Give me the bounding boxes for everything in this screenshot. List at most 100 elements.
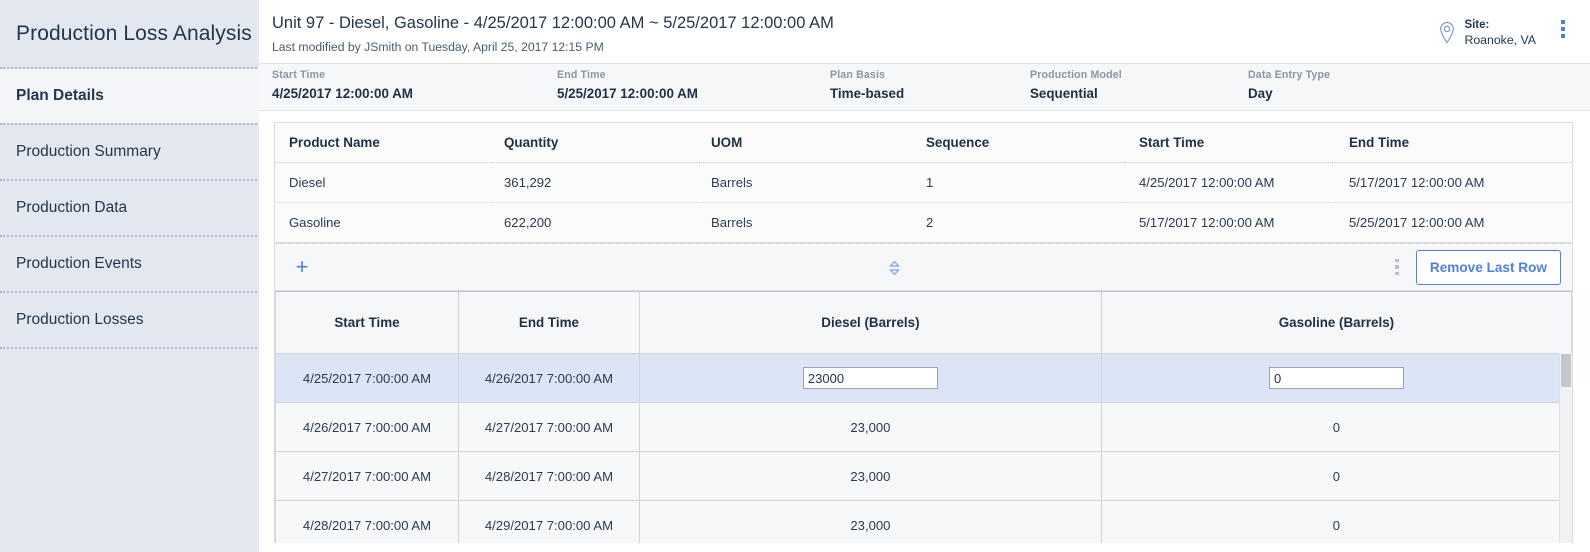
divider — [0, 67, 257, 69]
cell-sequence: 2 — [926, 215, 934, 230]
summary-field-value: Time-based — [830, 86, 905, 101]
cell-gasoline[interactable] — [1100, 353, 1572, 403]
cell-end-time: 5/25/2017 12:00:00 AM — [1349, 215, 1485, 230]
cell-diesel[interactable]: 23,000 — [638, 451, 1102, 501]
sidebar-item-production-summary[interactable]: Production Summary — [0, 125, 259, 179]
column-header-uom[interactable]: UOM — [697, 123, 912, 163]
sidebar-header: Production Loss Analysis ◁ — [0, 0, 281, 67]
sidebar-item-production-events[interactable]: Production Events — [0, 237, 259, 291]
last-modified-text: Last modified by JSmith on Tuesday, Apri… — [272, 40, 604, 54]
column-header-quantity[interactable]: Quantity — [490, 123, 697, 163]
table-row[interactable]: Diesel 361,292 Barrels 1 4/25/2017 12:00… — [275, 162, 1572, 203]
diesel-value-input[interactable] — [802, 367, 938, 389]
cell-product-name: Diesel — [275, 162, 490, 203]
cell-end-time: 5/17/2017 12:00:00 AM — [1335, 162, 1572, 203]
grid-toolbar: + Remove Last Row — [274, 243, 1573, 291]
grid-vertical-scrollbar[interactable] — [1559, 353, 1572, 543]
main-content: Unit 97 - Diesel, Gasoline - 4/25/2017 1… — [259, 0, 1590, 552]
cell-end-time: 4/27/2017 7:00:00 AM — [457, 402, 640, 452]
cell-gasoline[interactable]: 0 — [1100, 500, 1572, 543]
products-table-body: Diesel 361,292 Barrels 1 4/25/2017 12:00… — [275, 162, 1572, 243]
table-header-row: Product Name Quantity UOM Sequence Start… — [275, 123, 1572, 163]
data-grid-row[interactable]: 4/26/2017 7:00:00 AM 4/27/2017 7:00:00 A… — [275, 402, 1572, 452]
sidebar-title: Production Loss Analysis — [16, 21, 252, 45]
column-header-start-time[interactable]: Start Time — [1125, 123, 1335, 163]
data-grid-head: Start Time End Time Diesel (Barrels) Gas… — [275, 291, 1572, 354]
sidebar-item-label: Production Losses — [16, 311, 144, 328]
sidebar: Production Loss Analysis ◁ Plan Details … — [0, 0, 281, 552]
kebab-menu-icon[interactable] — [1552, 16, 1574, 42]
site-text: Site: Roanoke, VA — [1464, 18, 1536, 48]
cell-uom: Barrels — [697, 162, 912, 203]
data-grid-header-row: Start Time End Time Diesel (Barrels) Gas… — [275, 291, 1572, 354]
cell-diesel[interactable]: 23,000 — [638, 402, 1102, 452]
divider — [0, 235, 257, 237]
summary-field-production-model: Production Model Sequential — [1020, 64, 1238, 110]
cell-start-time: 4/25/2017 12:00:00 AM — [1125, 162, 1335, 203]
app-root: Production Loss Analysis ◁ Plan Details … — [0, 0, 1590, 552]
products-table-head: Product Name Quantity UOM Sequence Start… — [275, 123, 1572, 163]
divider — [0, 347, 257, 349]
divider — [0, 123, 257, 125]
data-grid-row[interactable]: 4/27/2017 7:00:00 AM 4/28/2017 7:00:00 A… — [275, 451, 1572, 501]
cell-start-time: 4/27/2017 7:00:00 AM — [275, 451, 459, 501]
cell-gasoline[interactable]: 0 — [1100, 402, 1572, 452]
page-header-text: Unit 97 - Diesel, Gasoline - 4/25/2017 1… — [272, 12, 1437, 55]
column-header-start-time[interactable]: Start Time — [275, 291, 459, 354]
cell-uom: Barrels — [711, 215, 753, 230]
cell-quantity: 622,200 — [504, 215, 552, 230]
column-header-sequence[interactable]: Sequence — [912, 123, 1125, 163]
summary-field-label: End Time — [557, 69, 606, 81]
cell-diesel[interactable] — [638, 353, 1102, 403]
cell-end-time: 4/28/2017 7:00:00 AM — [457, 451, 640, 501]
plan-summary-strip: Start Time 4/25/2017 12:00:00 AM End Tim… — [259, 63, 1590, 111]
data-grid-body: 4/25/2017 7:00:00 AM 4/26/2017 7:00:00 A… — [275, 353, 1572, 543]
plus-icon[interactable]: + — [291, 256, 313, 278]
data-grid-row-selected[interactable]: 4/25/2017 7:00:00 AM 4/26/2017 7:00:00 A… — [275, 353, 1572, 403]
summary-field-start-time: Start Time 4/25/2017 12:00:00 AM — [262, 64, 547, 110]
sidebar-item-label: Production Data — [16, 199, 128, 216]
data-grid-table: Start Time End Time Diesel (Barrels) Gas… — [275, 291, 1572, 543]
divider — [0, 179, 257, 181]
summary-field-label: Production Model — [1030, 69, 1122, 81]
cell-end-time: 4/29/2017 7:00:00 AM — [457, 500, 640, 543]
kebab-menu-icon[interactable] — [1388, 255, 1406, 279]
column-header-end-time[interactable]: End Time — [1335, 123, 1572, 163]
sort-updown-icon[interactable] — [885, 258, 903, 278]
cell-product-name: Gasoline — [289, 215, 341, 230]
column-header-diesel-barrels[interactable]: Diesel (Barrels) — [638, 291, 1102, 354]
table-row[interactable]: Gasoline 622,200 Barrels 2 5/17/2017 12:… — [275, 203, 1572, 243]
cell-start-time: 4/28/2017 7:00:00 AM — [275, 500, 459, 543]
cell-sequence: 1 — [912, 162, 1125, 203]
gasoline-value-input[interactable] — [1268, 367, 1404, 389]
cell-start-time: 4/25/2017 7:00:00 AM — [275, 353, 459, 403]
summary-field-data-entry-type: Data Entry Type Day — [1238, 64, 1340, 110]
sidebar-item-production-data[interactable]: Production Data — [0, 181, 259, 235]
cell-end-time: 4/26/2017 7:00:00 AM — [457, 353, 640, 403]
cell-diesel[interactable]: 23,000 — [638, 500, 1102, 543]
sidebar-item-production-losses[interactable]: Production Losses — [0, 293, 259, 347]
column-header-end-time[interactable]: End Time — [457, 291, 640, 354]
summary-field-label: Start Time — [272, 69, 326, 81]
scrollbar-thumb[interactable] — [1561, 354, 1571, 387]
production-data-grid: Start Time End Time Diesel (Barrels) Gas… — [274, 291, 1573, 543]
products-table: Product Name Quantity UOM Sequence Start… — [275, 123, 1572, 242]
data-grid-row[interactable]: 4/28/2017 7:00:00 AM 4/29/2017 7:00:00 A… — [275, 500, 1572, 543]
cell-start-time: 5/17/2017 12:00:00 AM — [1139, 215, 1275, 230]
summary-field-label: Data Entry Type — [1248, 69, 1331, 81]
summary-field-end-time: End Time 5/25/2017 12:00:00 AM — [547, 64, 820, 110]
remove-last-row-button[interactable]: Remove Last Row — [1415, 249, 1561, 285]
sidebar-item-label: Plan Details — [16, 87, 104, 104]
products-table-card: Product Name Quantity UOM Sequence Start… — [274, 122, 1573, 243]
site-label: Site: — [1464, 19, 1490, 31]
cell-start-time: 4/26/2017 7:00:00 AM — [275, 402, 459, 452]
summary-field-label: Plan Basis — [830, 69, 886, 81]
column-header-gasoline-barrels[interactable]: Gasoline (Barrels) — [1100, 291, 1572, 354]
page-title: Unit 97 - Diesel, Gasoline - 4/25/2017 1… — [272, 14, 834, 32]
cell-gasoline[interactable]: 0 — [1100, 451, 1572, 501]
sidebar-item-label: Production Events — [16, 255, 142, 272]
column-header-product-name[interactable]: Product Name — [275, 123, 490, 163]
summary-field-value: Day — [1248, 86, 1273, 101]
sidebar-item-label: Production Summary — [16, 143, 161, 160]
sidebar-item-plan-details[interactable]: Plan Details — [0, 69, 259, 123]
